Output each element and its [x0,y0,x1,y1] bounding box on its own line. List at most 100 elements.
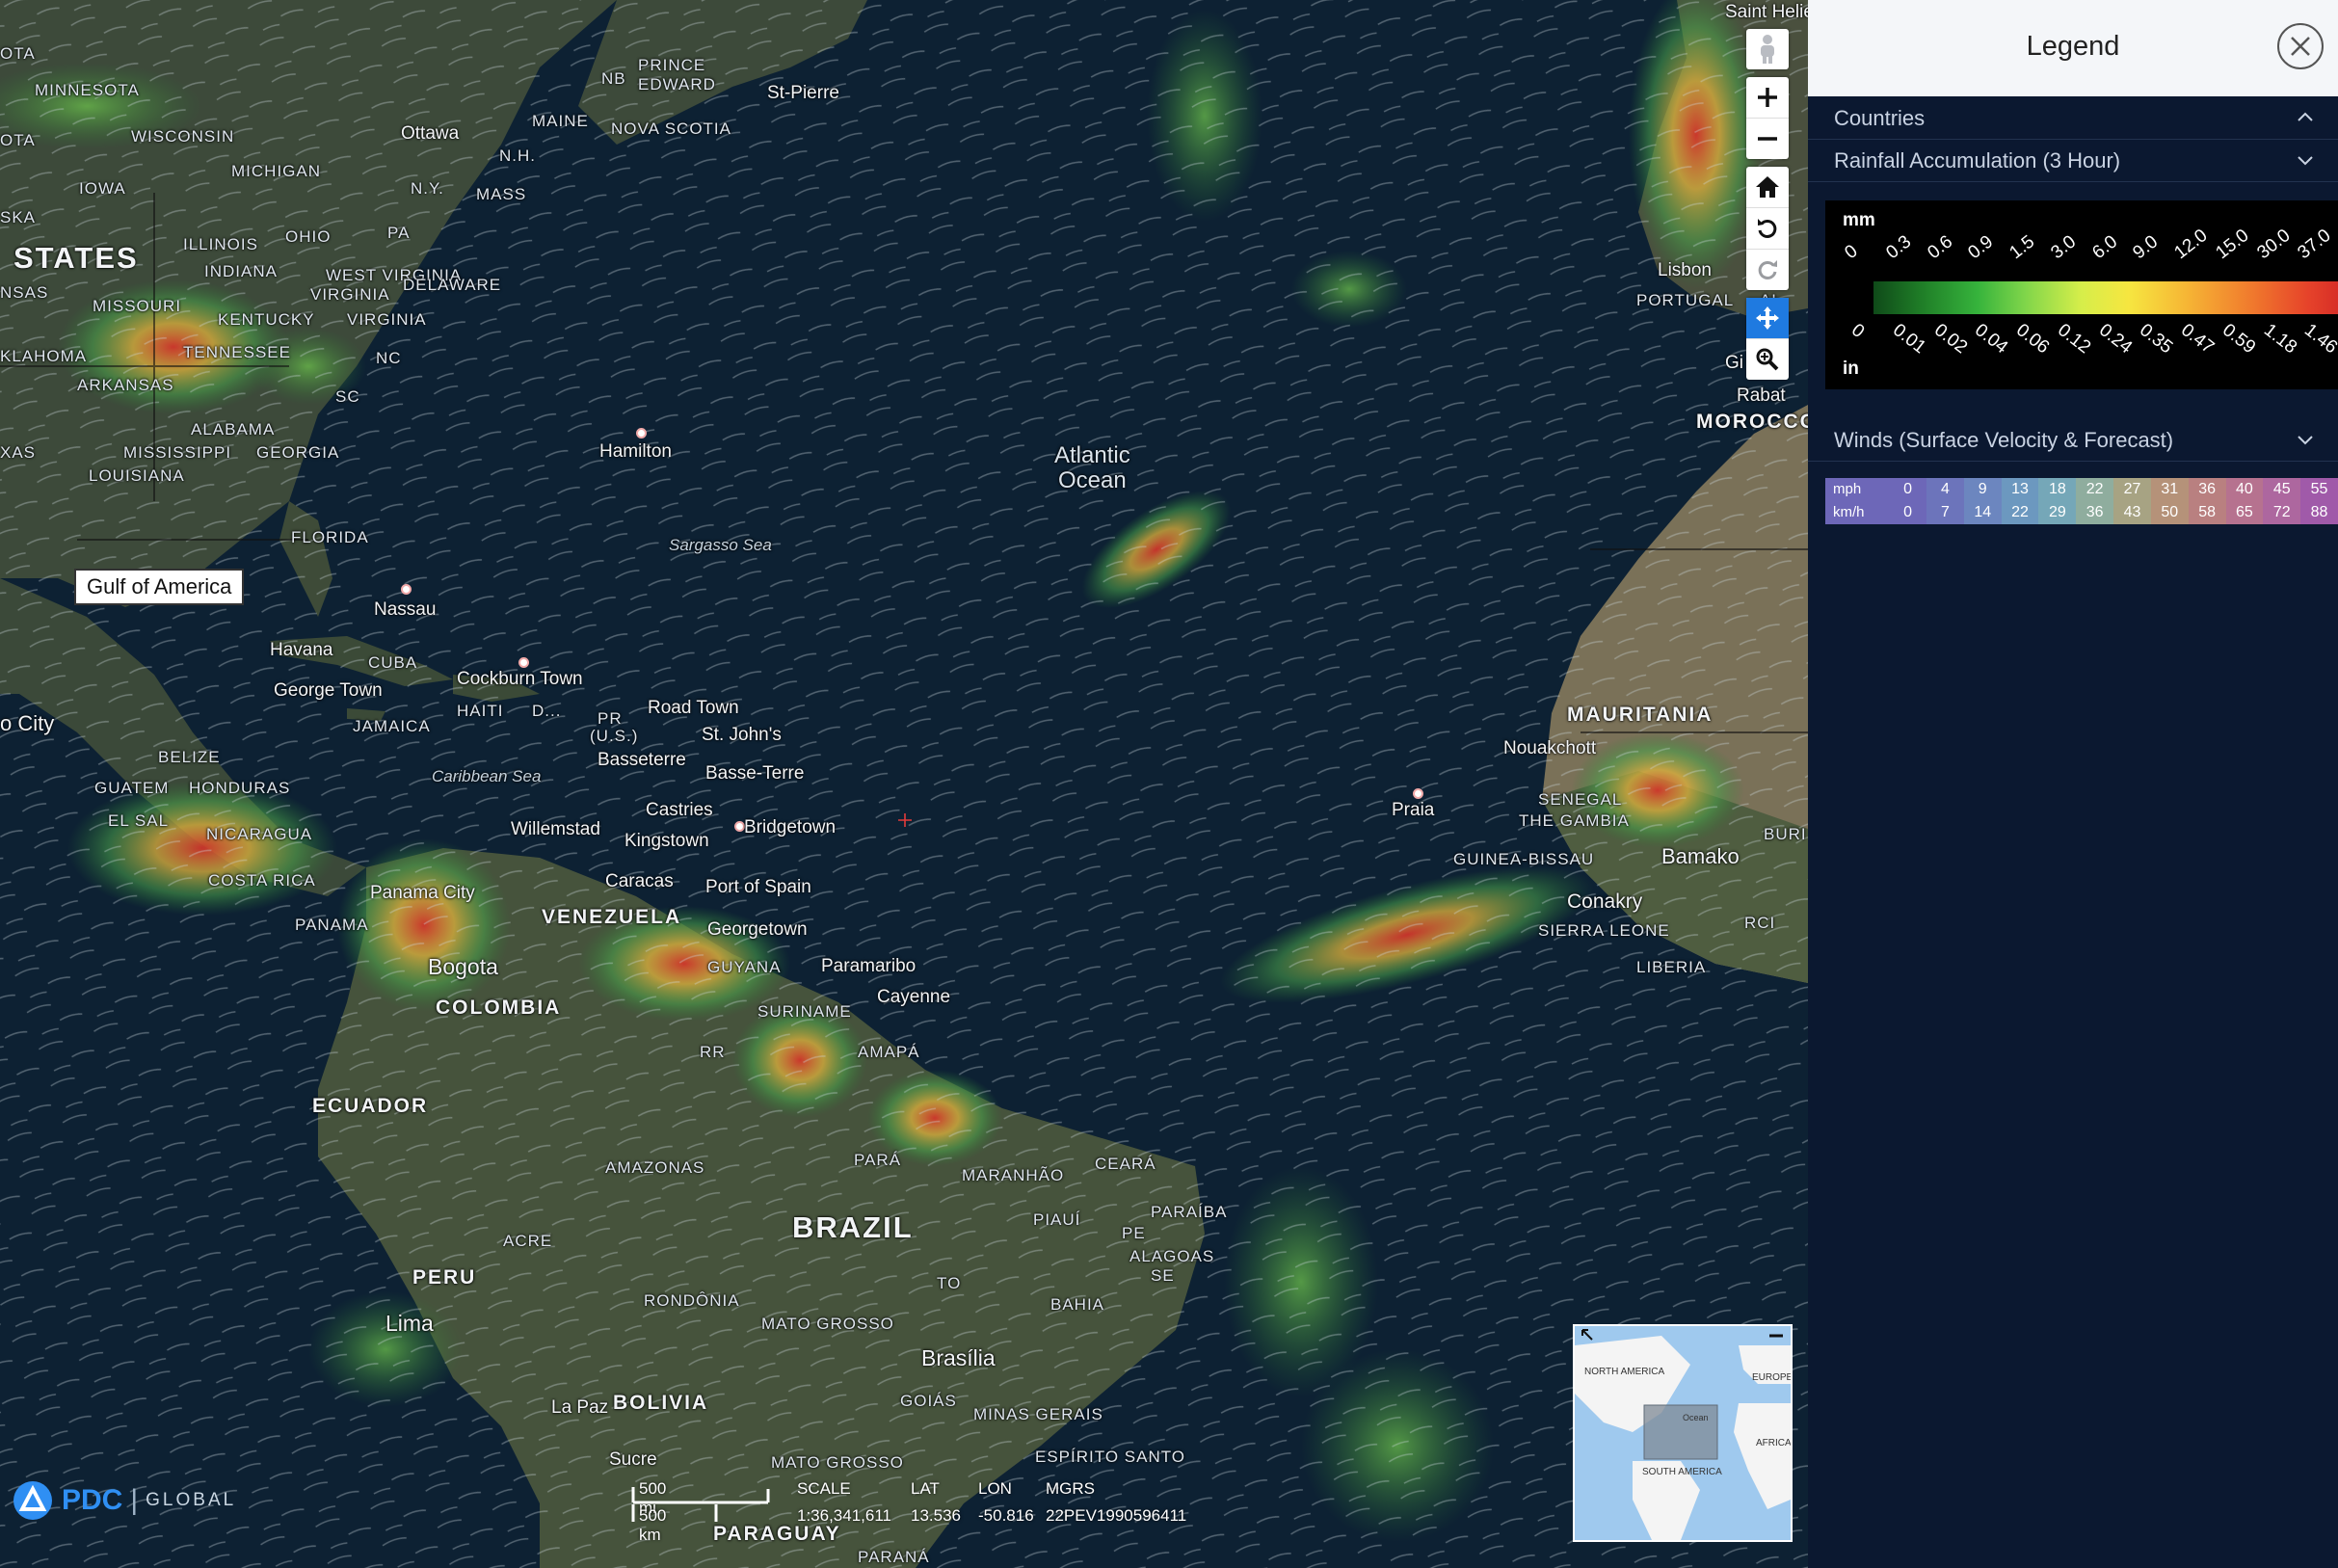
wind-mph-value: 0 [1889,478,1927,501]
rainfall-mm-tick: 3.0 [2047,231,2081,264]
map-label: Road Town [648,698,739,718]
map-view[interactable]: Gulf of America STATES MINNESOTA OTA OTA… [0,0,1808,1568]
rainfall-mm-tick: 0 [1841,241,1862,264]
pan-icon [1756,306,1779,330]
map-label: EL SAL [108,811,170,830]
map-label: TENNESSEE [183,343,291,361]
map-label: Atlantic Ocean [1054,442,1130,493]
map-label: Basseterre [598,750,686,770]
map-label: NOVA SCOTIA [611,120,731,138]
map-label: Bogota [428,954,498,979]
map-label: KENTUCKY [218,310,315,329]
map-label: PORTUGAL [1636,291,1735,309]
wind-kmh-value: 88 [2300,501,2338,524]
map-label: Panama City [370,883,475,903]
overview-map[interactable]: NORTH AMERICA EUROPE AFRICA SOUTH AMERIC… [1573,1324,1793,1542]
wind-mph-value: 31 [2150,478,2189,501]
section-title: Winds (Surface Velocity & Forecast) [1834,428,2174,452]
lon-value: -50.816 [978,1506,1034,1525]
map-label: Nouakchott [1503,738,1597,758]
rainfall-in-tick: 1.46 [2300,320,2338,359]
map-label: CEARÁ [1095,1155,1156,1173]
map-label: MINAS GERAIS [973,1405,1103,1423]
wind-scale: mph 0 4 9 13 18 22 27 31 36 40 45 55 km/h 0 7 14 22 29 36 4… [1825,478,2338,524]
map-label: ESPÍRITO SANTO [1035,1448,1186,1466]
map-label: Kingstown [624,831,709,851]
legend-section-winds[interactable]: Winds (Surface Velocity & Forecast) [1808,418,2338,462]
map-label: Cockburn Town [457,669,583,689]
close-icon [2291,37,2310,56]
map-label: Conakry [1567,890,1643,913]
map-label: Sucre [609,1449,657,1470]
map-label: RR [700,1043,726,1061]
legend-section-countries[interactable]: Countries [1808,96,2338,140]
map-label: St. John's [702,725,782,745]
map-label: SE [1151,1266,1175,1285]
map-label: Brasília [921,1345,996,1370]
wind-mph-value: 4 [1926,478,1964,501]
pdc-triangle-icon [13,1481,52,1520]
home-button[interactable] [1746,167,1789,208]
map-label: SURINAME [757,1002,852,1021]
map-label: HAITI [457,702,504,720]
zoom-out-button[interactable] [1746,119,1789,159]
map-label: (U.S.) [590,727,639,745]
rainfall-in-tick: 0.59 [2218,320,2260,359]
zoom-in-button[interactable] [1746,77,1789,119]
global-wordmark: GLOBAL [146,1490,237,1510]
map-label: GEORGIA [256,443,340,462]
rainfall-in-tick: 0.24 [2094,320,2136,359]
wind-kmh-value: 58 [2188,501,2226,524]
map-label: MISSISSIPPI [123,443,232,462]
map-label: Lisbon [1658,260,1712,280]
wind-mph-value: 9 [1963,478,2002,501]
wind-mph-value: 27 [2113,478,2151,501]
wind-mph-unit: mph [1825,478,1890,501]
rainfall-mm-tick: 0.9 [1964,231,1998,264]
map-label: INDIANA [204,262,278,280]
map-label: SC [335,387,360,406]
rainfall-mm-tick: 0.6 [1923,231,1956,264]
wind-kmh-value: 0 [1889,501,1927,524]
chevron-up-icon [2298,112,2313,121]
map-label: Cayenne [877,987,951,1007]
wind-mph-value: 40 [2225,478,2264,501]
wind-kmh-value: 36 [2076,501,2114,524]
wind-kmh-value: 7 [1926,501,1964,524]
legend-section-rainfall[interactable]: Rainfall Accumulation (3 Hour) [1808,139,2338,182]
map-label: D... [532,702,562,720]
street-view-button[interactable] [1746,29,1789,69]
map-point [1413,788,1423,799]
map-label: FLORIDA [291,528,369,546]
zoom-in-icon [1758,88,1777,107]
map-label: Caribbean Sea [432,767,542,785]
zoom-out-icon [1758,137,1777,141]
wind-kmh-value: 72 [2263,501,2301,524]
rotate-right-button[interactable] [1746,250,1789,290]
map-label: COLOMBIA [436,997,562,1019]
rotate-left-button[interactable] [1746,208,1789,250]
pan-button[interactable] [1746,298,1789,339]
map-label: NSAS [0,283,49,302]
close-legend-button[interactable] [2277,23,2324,69]
zoom-box-button[interactable] [1746,339,1789,380]
map-label: MINNESOTA [35,81,140,99]
rainfall-in-tick: 0.02 [1929,320,1971,359]
map-label: ALABAMA [191,420,276,439]
map-label: MATO GROSSO [771,1453,904,1472]
rainfall-in-tick: 0.12 [2053,320,2094,359]
map-label: SIERRA LEONE [1538,921,1670,940]
map-label: BELIZE [158,748,221,766]
map-label: Caracas [605,871,674,891]
map-label: ARKANSAS [77,376,174,394]
wind-mph-value: 36 [2188,478,2226,501]
person-icon [1761,35,1774,64]
map-label: o City [0,711,55,735]
map-label: THE GAMBIA [1519,811,1630,830]
map-label: AMAPÁ [858,1043,920,1061]
map-label: ILLINOIS [183,235,258,253]
map-label: ACRE [503,1232,553,1250]
map-label: BOLIVIA [613,1392,709,1414]
rainfall-in-tick: 0 [1847,320,1869,343]
map-label: ECUADOR [312,1095,429,1117]
